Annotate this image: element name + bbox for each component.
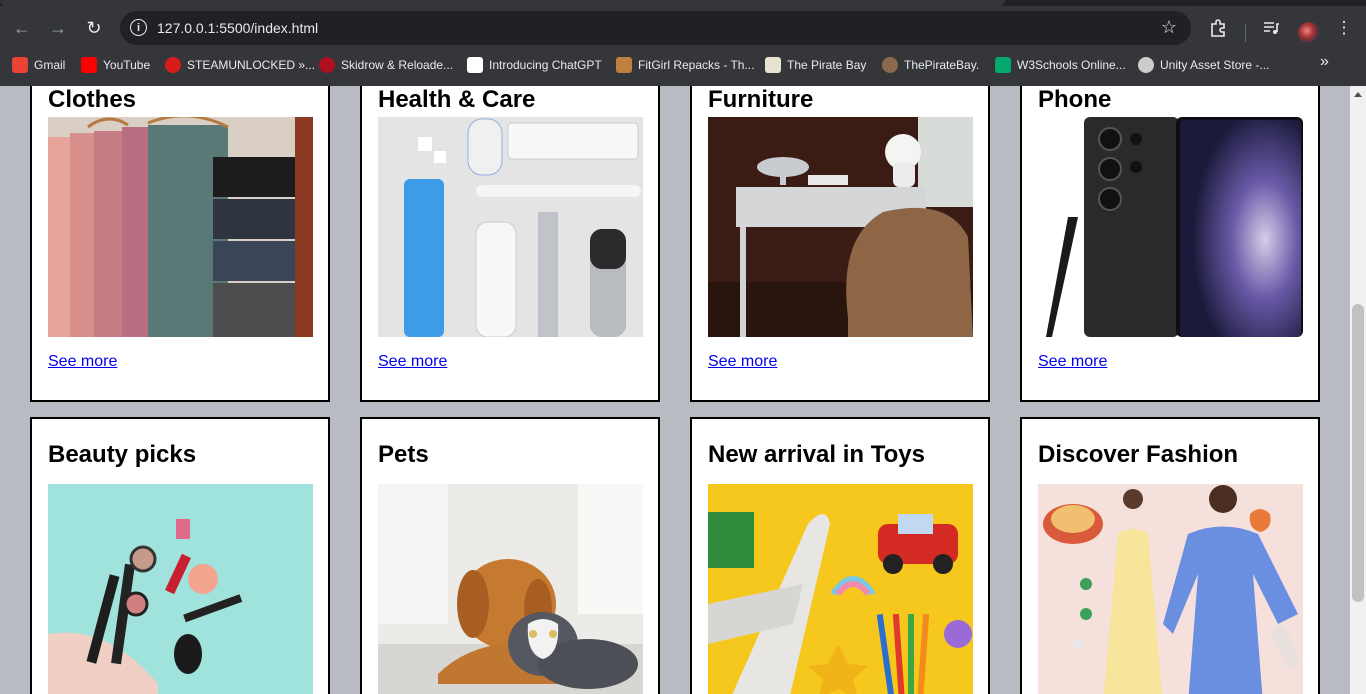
steamunlocked-icon [165, 57, 181, 73]
toolbar-divider [1245, 24, 1246, 42]
url-text[interactable]: 127.0.0.1:5500/index.html [157, 20, 318, 36]
category-card-fashion: Discover Fashion [1020, 417, 1320, 694]
category-card-health-care: Health & Care See more [360, 86, 660, 402]
skidrow-icon [319, 57, 335, 73]
card-title: New arrival in Toys [708, 441, 925, 468]
card-title: Beauty picks [48, 441, 197, 468]
unity-icon [1138, 57, 1154, 73]
extensions-icon[interactable] [1206, 16, 1230, 40]
page-viewport: Clothes See more Health & Care See more … [0, 86, 1350, 694]
profile-avatar[interactable] [1298, 22, 1320, 44]
scroll-up-arrow-icon[interactable] [1354, 92, 1362, 97]
forward-button[interactable]: → [44, 14, 72, 42]
bookmark-piratebay[interactable]: The Pirate Bay [765, 53, 866, 77]
see-more-link[interactable]: See more [708, 353, 777, 371]
browser-toolbar: ← → ↻ i 127.0.0.1:5500/index.html ☆ ⋮ [0, 6, 1366, 50]
see-more-link[interactable]: See more [1038, 353, 1107, 371]
bookmark-fitgirl[interactable]: FitGirl Repacks - Th... [616, 53, 754, 77]
card-title: Phone [1038, 86, 1112, 113]
kebab-menu-icon[interactable]: ⋮ [1332, 16, 1356, 40]
category-card-phone: Phone See more [1020, 86, 1320, 402]
card-title: Pets [378, 441, 429, 468]
desk-chair-image [708, 117, 973, 337]
media-control-icon[interactable] [1259, 16, 1283, 40]
toiletries-image [378, 117, 643, 337]
gmail-icon [12, 57, 28, 73]
bookmark-steamunlocked[interactable]: STEAMUNLOCKED »... [165, 53, 315, 77]
smartphone-image [1038, 117, 1303, 337]
card-title: Discover Fashion [1038, 441, 1239, 468]
bookmark-unity[interactable]: Unity Asset Store -... [1138, 53, 1269, 77]
site-info-icon[interactable]: i [130, 19, 147, 36]
card-title: Clothes [48, 86, 137, 113]
category-card-pets: Pets [360, 417, 660, 694]
card-title: Health & Care [378, 86, 536, 113]
bookmark-piratebay-2[interactable]: ThePirateBay. [882, 53, 979, 77]
w3schools-icon [995, 57, 1011, 73]
piratebay-icon [765, 57, 781, 73]
bookmark-youtube[interactable]: YouTube [81, 53, 150, 77]
back-button[interactable]: ← [8, 14, 36, 42]
scrollbar-thumb[interactable] [1352, 304, 1364, 602]
arrow-right-icon: → [49, 17, 67, 38]
bookmark-star-icon[interactable]: ☆ [1161, 17, 1177, 38]
see-more-link[interactable]: See more [378, 353, 447, 371]
category-card-furniture: Furniture See more [690, 86, 990, 402]
card-title: Furniture [708, 86, 814, 113]
bookmark-chatgpt[interactable]: Introducing ChatGPT [467, 53, 602, 77]
dog-cat-image [378, 484, 643, 694]
see-more-link[interactable]: See more [48, 353, 117, 371]
bookmarks-bar: Gmail YouTube STEAMUNLOCKED »... Skidrow… [0, 53, 1366, 77]
toys-image [708, 484, 973, 694]
vertical-scrollbar[interactable] [1350, 86, 1366, 694]
reload-icon: ↻ [86, 17, 102, 38]
category-card-toys: New arrival in Toys [690, 417, 990, 694]
bookmark-w3schools[interactable]: W3Schools Online... [995, 53, 1126, 77]
clothes-hanging-image [48, 117, 313, 337]
browser-chrome: ← → ↻ i 127.0.0.1:5500/index.html ☆ ⋮ Gm… [0, 0, 1366, 86]
youtube-icon [81, 57, 97, 73]
openai-icon [467, 57, 483, 73]
category-card-beauty: Beauty picks [30, 417, 330, 694]
piratebay-ship-icon [882, 57, 898, 73]
bookmark-skidrow[interactable]: Skidrow & Reloade... [319, 53, 453, 77]
fitgirl-icon [616, 57, 632, 73]
bookmark-gmail[interactable]: Gmail [12, 53, 65, 77]
chevron-right-icon[interactable]: » [1320, 53, 1329, 71]
fashion-models-image [1038, 484, 1303, 694]
category-card-clothes: Clothes See more [30, 86, 330, 402]
reload-button[interactable]: ↻ [80, 14, 108, 42]
arrow-left-icon: ← [13, 17, 31, 38]
address-bar[interactable]: i 127.0.0.1:5500/index.html ☆ [120, 11, 1191, 45]
makeup-image [48, 484, 313, 694]
